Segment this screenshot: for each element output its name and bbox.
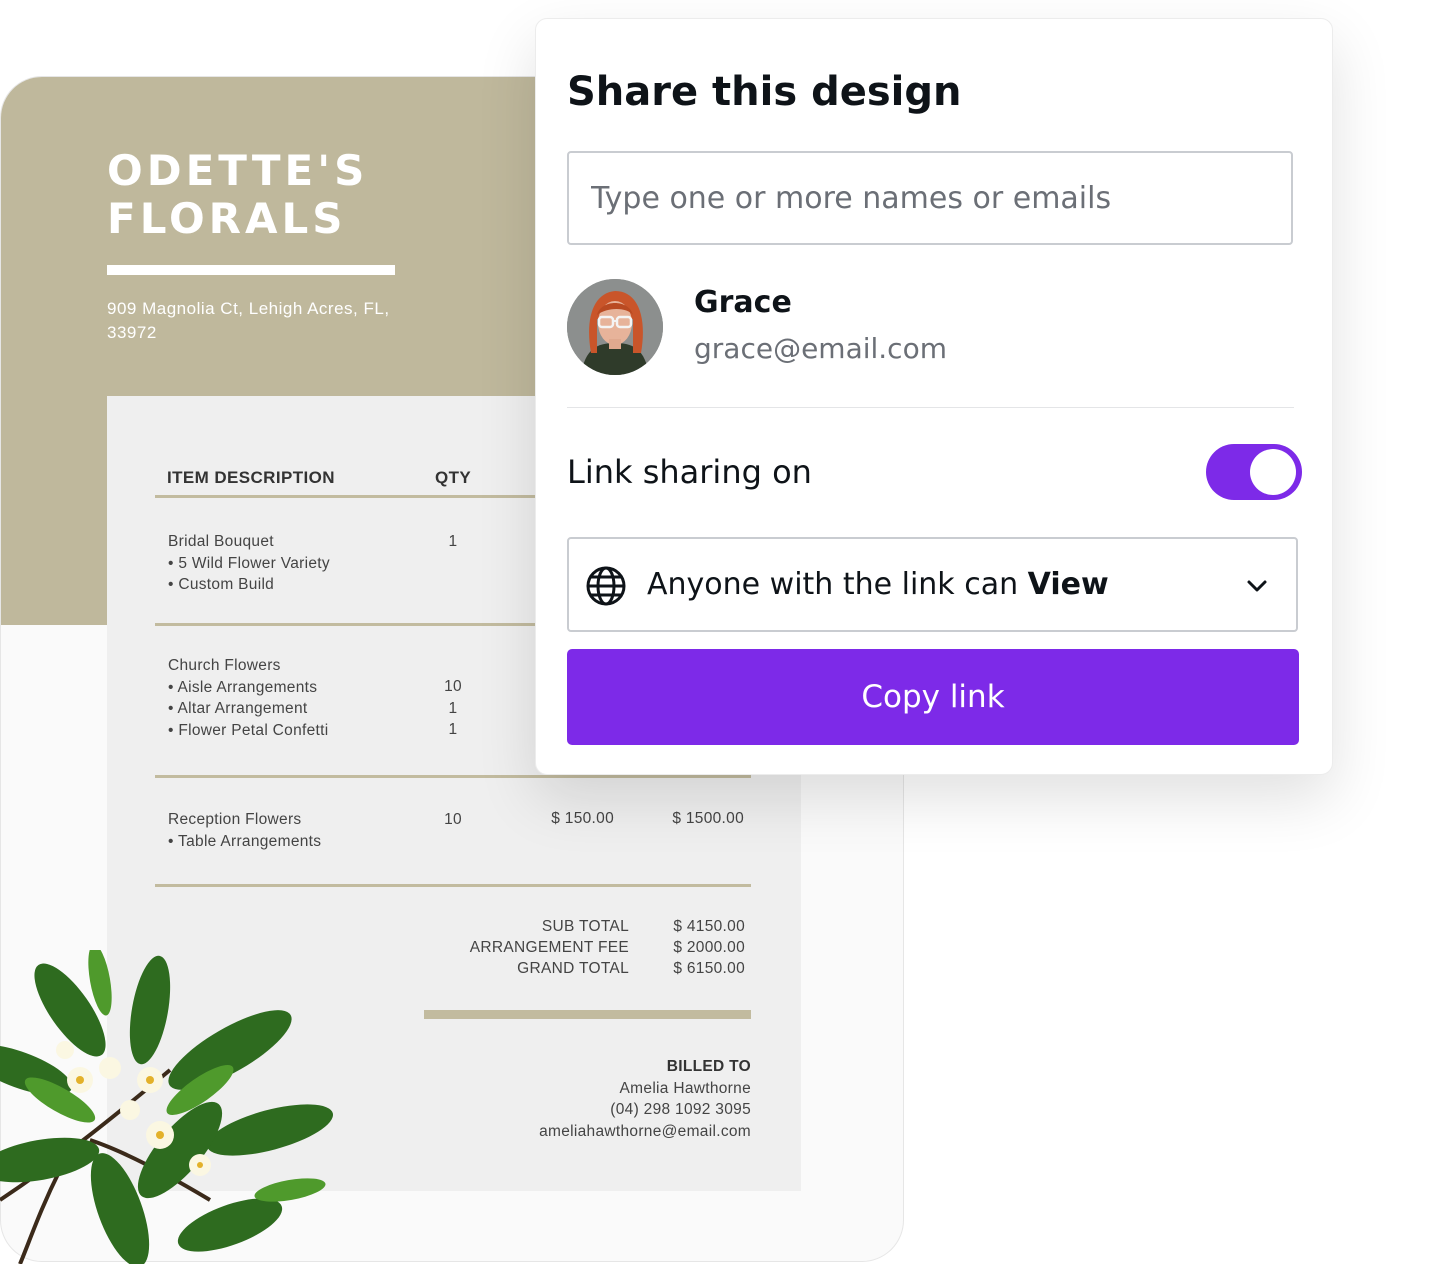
link-access-prefix: Anyone with the link can: [647, 567, 1028, 602]
toggle-knob: [1250, 449, 1296, 495]
row-3-line: Reception Flowers: [168, 811, 302, 828]
row-2-line: • Aisle Arrangements: [168, 678, 318, 696]
row-1-line: • 5 Wild Flower Variety: [168, 554, 330, 572]
share-dialog-title: Share this design: [567, 69, 962, 115]
grand-total-value: $ 6150.00: [673, 960, 745, 977]
invoice-address: 909 Magnolia Ct, Lehigh Acres, FL, 33972: [107, 299, 390, 342]
billed-to-label: BILLED TO: [666, 1058, 751, 1075]
row-2-qty-value: 1: [448, 699, 458, 717]
row-rule: [155, 884, 751, 887]
totals-values: $ 4150.00 $ 2000.00 $ 6150.00: [641, 916, 745, 986]
collaborator-email: grace@email.com: [694, 332, 947, 365]
fee-value: $ 2000.00: [673, 939, 745, 956]
row-rule: [155, 775, 751, 778]
row-1-qty: 1: [448, 533, 458, 550]
chevron-down-icon: [1247, 580, 1267, 592]
row-2-qty-value: 1: [448, 721, 458, 738]
copy-link-button[interactable]: Copy link: [567, 649, 1299, 745]
column-header-qty: QTY: [435, 468, 472, 487]
sub-total-label: SUB TOTAL: [541, 918, 629, 935]
billed-to-email: ameliahawthorne@email.com: [539, 1122, 751, 1140]
totals-rule: [424, 1010, 751, 1019]
row-1-line: • Custom Build: [168, 576, 275, 593]
fee-label: ARRANGEMENT FEE: [469, 939, 629, 956]
row-2-description: Church Flowers • Aisle Arrangements • Al…: [168, 655, 329, 741]
row-2-qty: 10 1 1: [438, 676, 468, 741]
column-header-item: ITEM DESCRIPTION: [167, 468, 335, 487]
link-access-level: View: [1027, 567, 1109, 602]
link-access-dropdown[interactable]: Anyone with the link can View: [567, 537, 1298, 632]
row-2-qty-value: 10: [444, 678, 462, 695]
link-sharing-label: Link sharing on: [567, 453, 812, 491]
billed-to-block: BILLED TO Amelia Hawthorne (04) 298 1092…: [401, 1056, 751, 1142]
collaborator-name: Grace: [694, 285, 792, 320]
grand-total-label: GRAND TOTAL: [517, 960, 629, 977]
row-1-description: Bridal Bouquet • 5 Wild Flower Variety •…: [168, 531, 330, 596]
invite-input[interactable]: [567, 151, 1293, 245]
globe-icon: [586, 566, 626, 606]
avatar-portrait: [567, 279, 663, 375]
invoice-brand: ODETTE'S FLORALS: [107, 147, 368, 243]
billed-to-phone: (04) 298 1092 3095: [610, 1101, 751, 1118]
brand-line-1: ODETTE'S: [107, 146, 369, 195]
row-1-line: Bridal Bouquet: [168, 533, 274, 550]
divider: [567, 407, 1294, 408]
billed-to-name: Amelia Hawthorne: [619, 1079, 751, 1097]
brand-rule: [107, 265, 395, 275]
share-dialog: Share this design Grace grace@email.com …: [535, 18, 1333, 775]
link-access-text: Anyone with the link can View: [647, 567, 1109, 602]
row-3-unit-price: $ 150.00: [551, 810, 614, 827]
row-3-qty: 10: [444, 811, 462, 828]
row-2-line: Church Flowers: [168, 657, 281, 674]
avatar: [567, 279, 663, 375]
sub-total-value: $ 4150.00: [673, 918, 745, 935]
brand-line-2: FLORALS: [107, 194, 347, 243]
row-3-line: • Table Arrangements: [168, 832, 322, 850]
totals-labels: SUB TOTAL ARRANGEMENT FEE GRAND TOTAL: [401, 916, 629, 986]
row-3-description: Reception Flowers • Table Arrangements: [168, 809, 321, 852]
jasmine-plant-illustration: [0, 950, 333, 1264]
row-2-line: • Flower Petal Confetti: [168, 721, 329, 739]
row-3-total: $ 1500.00: [672, 810, 744, 827]
row-2-line: • Altar Arrangement: [168, 700, 308, 717]
link-sharing-toggle[interactable]: [1206, 444, 1302, 500]
